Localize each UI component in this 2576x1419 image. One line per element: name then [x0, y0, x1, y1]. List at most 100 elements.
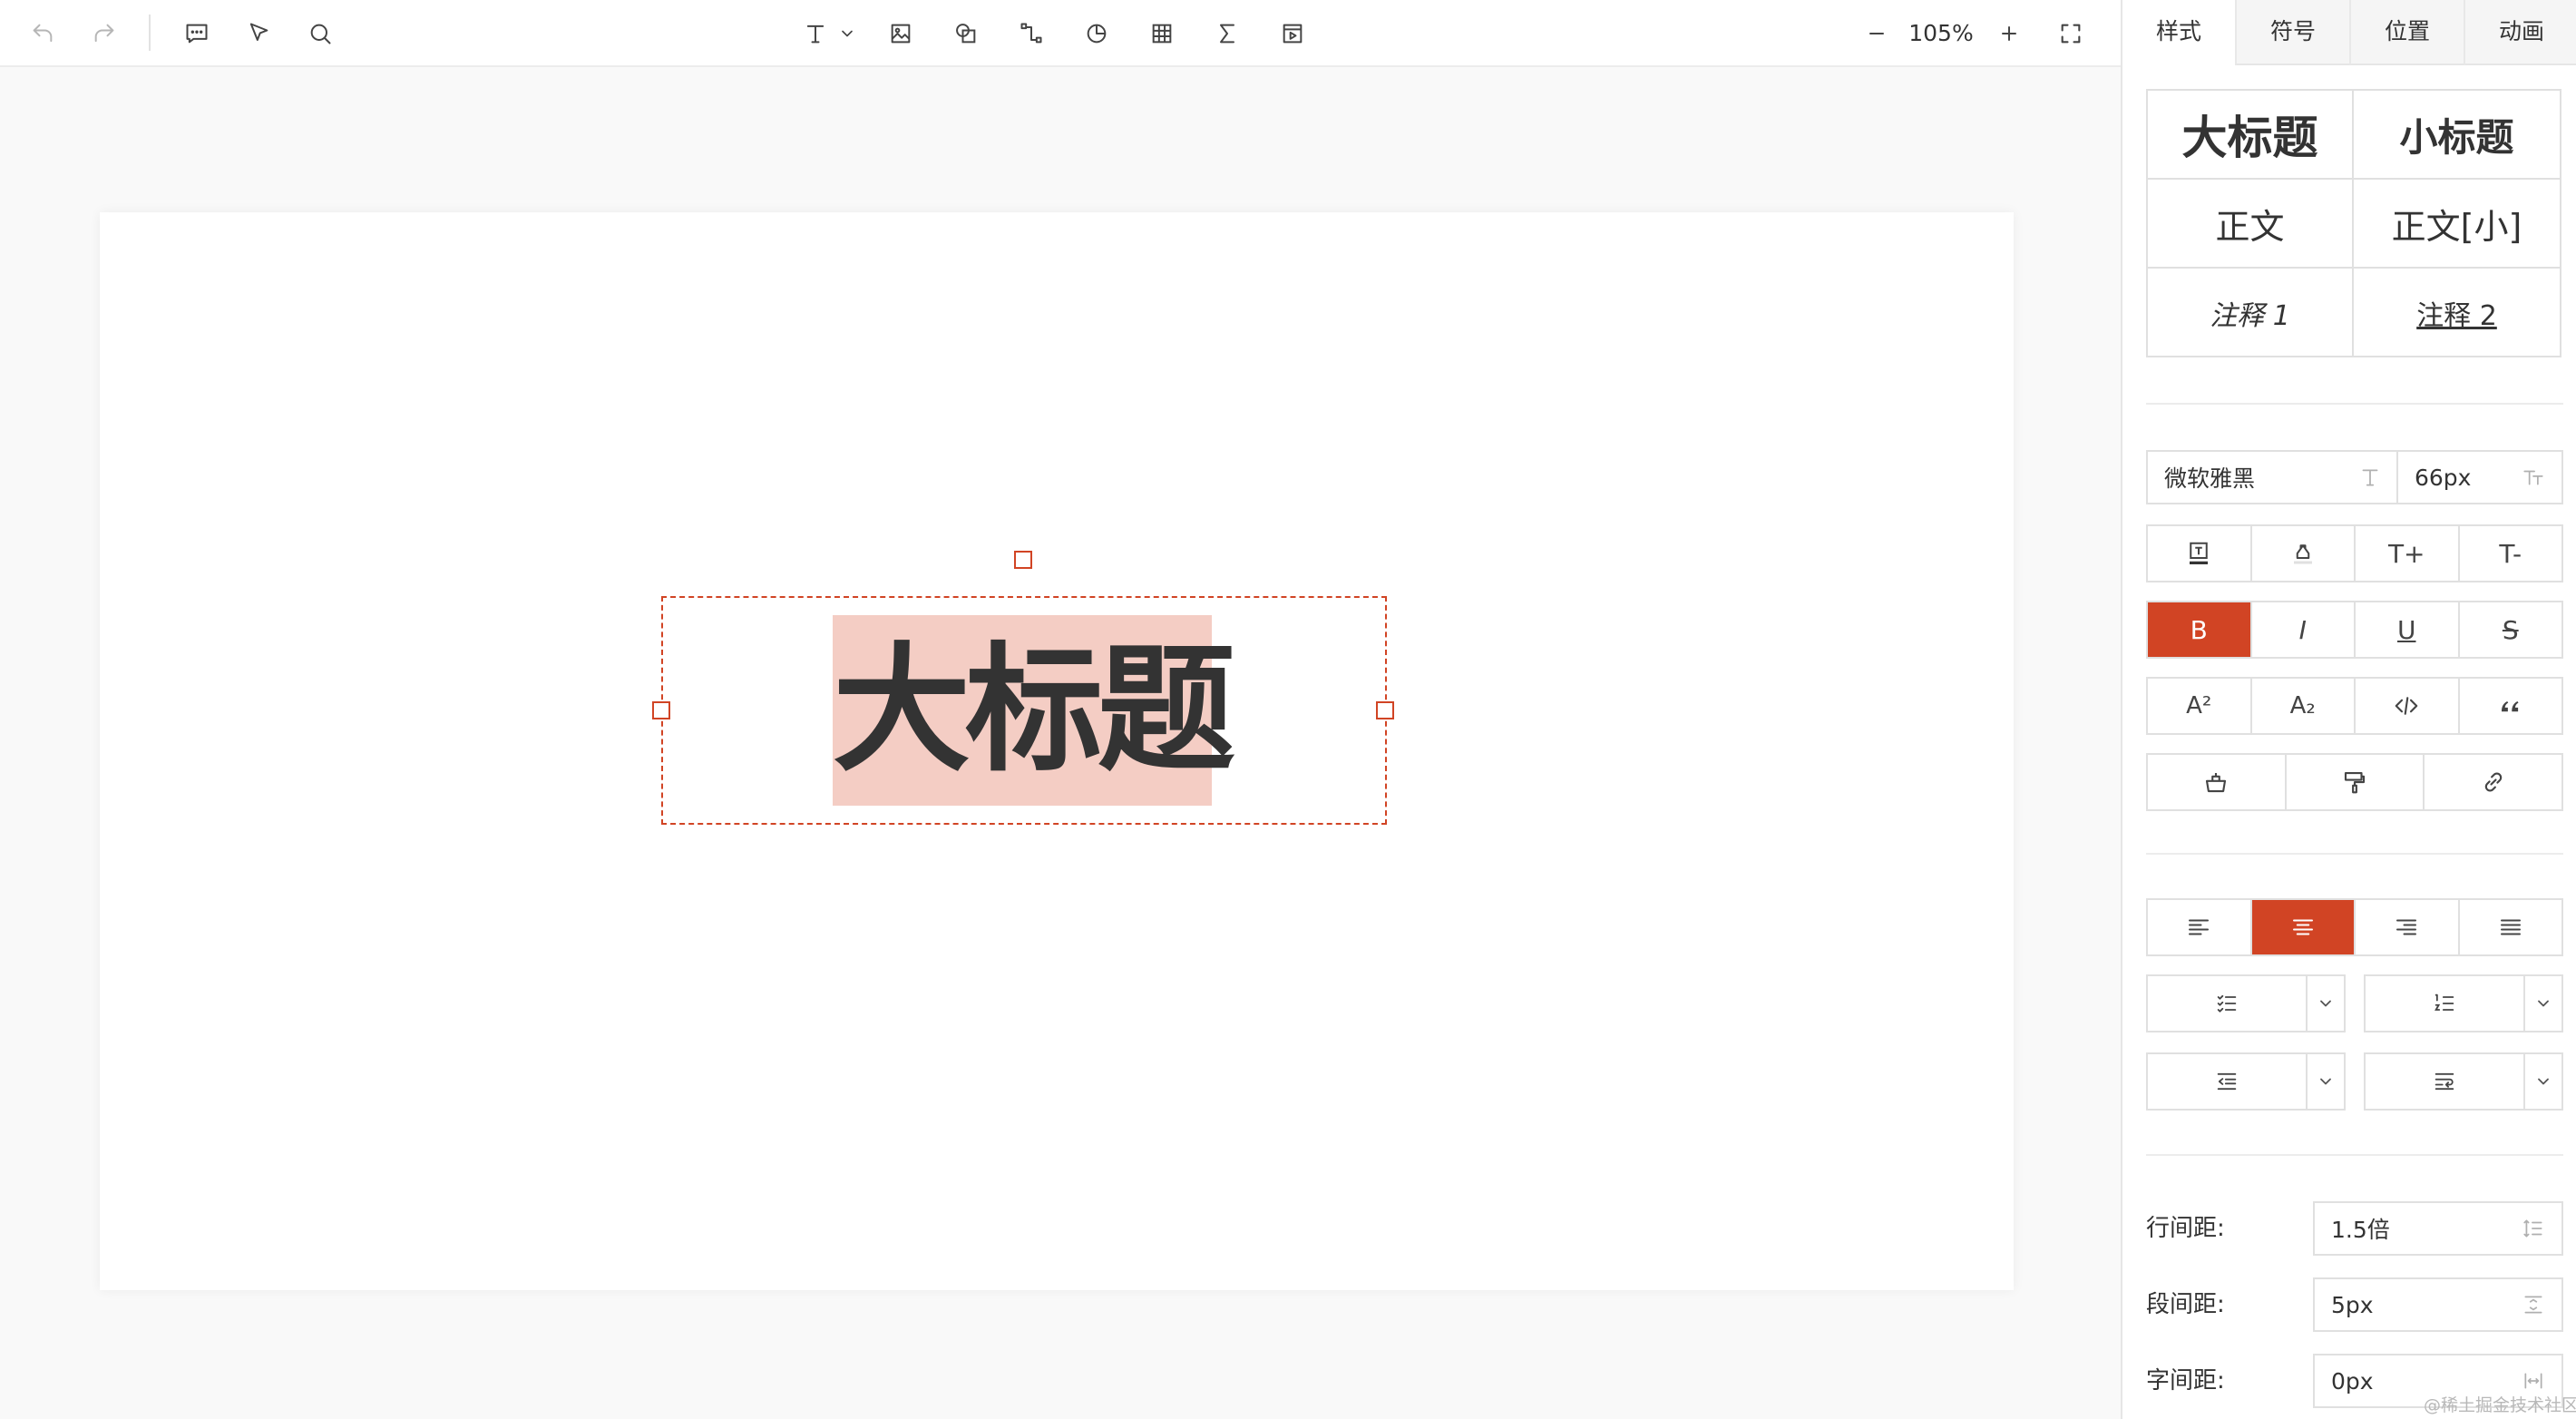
- plus-icon: [2002, 26, 2016, 41]
- line-height-select[interactable]: 1.5倍: [2313, 1201, 2563, 1256]
- letter-spacing-value: 0px: [2331, 1367, 2374, 1395]
- preset-note-2[interactable]: 注释 2: [2354, 269, 2560, 357]
- resize-handle-right[interactable]: [1376, 701, 1394, 719]
- italic-label: I: [2298, 614, 2307, 645]
- align-center-button[interactable]: [2251, 900, 2356, 954]
- watermark: @稀土掘金技术社区: [2424, 1395, 2576, 1415]
- bullet-list-button[interactable]: [2148, 976, 2308, 1031]
- paragraph-spacing-select[interactable]: 5px: [2313, 1277, 2563, 1332]
- numbered-list-dropdown[interactable]: [2525, 976, 2561, 1031]
- font-color-button[interactable]: [2148, 526, 2252, 581]
- format-painter-button[interactable]: [2287, 755, 2425, 809]
- tab-animation[interactable]: 动画: [2464, 0, 2576, 65]
- image-icon: [891, 24, 911, 44]
- decrease-indent-button[interactable]: [2148, 1054, 2308, 1109]
- numbered-list-control: [2364, 974, 2563, 1032]
- text-wrap-button[interactable]: [2366, 1054, 2525, 1109]
- preset-note-1[interactable]: 注释 1: [2148, 269, 2354, 357]
- insert-image-button[interactable]: [880, 13, 922, 54]
- panel-tabs: 样式 符号 位置 动画: [2122, 0, 2576, 65]
- alignment-row: [2146, 898, 2563, 956]
- highlight-color-button[interactable]: [2252, 526, 2356, 581]
- subscript-label: A₂: [2289, 692, 2316, 719]
- italic-button[interactable]: I: [2252, 602, 2356, 657]
- align-left-button[interactable]: [2148, 900, 2252, 954]
- font-color-icon: [2190, 542, 2209, 564]
- fullscreen-button[interactable]: [2050, 13, 2092, 54]
- indent-control: [2146, 1052, 2346, 1111]
- preset-body-small[interactable]: 正文[小]: [2354, 180, 2560, 269]
- tab-symbol[interactable]: 符号: [2235, 0, 2349, 65]
- paragraph-dropdown[interactable]: [2525, 1054, 2561, 1109]
- quote-button[interactable]: [2460, 679, 2562, 733]
- resize-handle-left[interactable]: [652, 701, 670, 719]
- link-button[interactable]: [2425, 755, 2561, 809]
- subscript-button[interactable]: A₂: [2252, 679, 2356, 733]
- rotate-handle[interactable]: [1014, 551, 1032, 569]
- slide-title-text[interactable]: 大标题: [833, 615, 1235, 806]
- text-icon: [806, 24, 825, 44]
- font-size-increase-button[interactable]: T+: [2356, 526, 2460, 581]
- zoom-tool-button[interactable]: [299, 13, 341, 54]
- select-tool-button[interactable]: [238, 13, 279, 54]
- line-height-value: 1.5倍: [2331, 1217, 2390, 1243]
- font-family-select[interactable]: 微软雅黑: [2146, 450, 2398, 504]
- font-size-select[interactable]: 66px: [2396, 450, 2563, 504]
- superscript-label: A²: [2186, 692, 2212, 719]
- insert-media-button[interactable]: [1272, 13, 1313, 54]
- paragraph-spacing-icon: [2524, 1296, 2542, 1314]
- chevron-down-icon: [842, 30, 853, 37]
- paint-bucket-icon: [2293, 544, 2312, 564]
- tab-position[interactable]: 位置: [2349, 0, 2464, 65]
- checklist-icon: [2217, 994, 2237, 1013]
- chevron-down-icon: [2320, 1078, 2331, 1085]
- align-left-icon: [2189, 919, 2210, 935]
- paragraph-spacing-value: 5px: [2331, 1291, 2374, 1318]
- strikethrough-button[interactable]: S: [2460, 602, 2562, 657]
- numbered-list-button[interactable]: [2366, 976, 2525, 1031]
- shape-icon: [956, 24, 976, 44]
- connector-icon: [1020, 23, 1042, 44]
- eraser-icon: [2206, 773, 2227, 793]
- code-button[interactable]: [2356, 679, 2460, 733]
- preset-small-title[interactable]: 小标题: [2354, 91, 2560, 180]
- cursor-icon: [249, 23, 268, 41]
- insert-formula-button[interactable]: [1206, 13, 1248, 54]
- preset-big-title[interactable]: 大标题: [2148, 91, 2354, 180]
- undo-button[interactable]: [22, 13, 63, 54]
- insert-line-button[interactable]: [1010, 13, 1052, 54]
- insert-shape-button[interactable]: [945, 13, 987, 54]
- ordered-list-icon: [2435, 993, 2454, 1011]
- strikethrough-label: S: [2502, 614, 2519, 645]
- align-right-button[interactable]: [2356, 900, 2460, 954]
- video-icon: [1283, 24, 1303, 44]
- tab-style[interactable]: 样式: [2122, 0, 2235, 65]
- zoom-out-button[interactable]: [1856, 13, 1898, 54]
- line-height-icon: [2523, 1219, 2542, 1238]
- insert-chart-button[interactable]: [1076, 13, 1117, 54]
- font-decrease-label: T-: [2499, 538, 2522, 569]
- align-justify-icon: [2500, 919, 2521, 935]
- insert-table-button[interactable]: [1141, 13, 1183, 54]
- font-size-decrease-button[interactable]: T-: [2460, 526, 2562, 581]
- superscript-button[interactable]: A²: [2148, 679, 2252, 733]
- indent-dropdown[interactable]: [2308, 1054, 2344, 1109]
- align-justify-button[interactable]: [2460, 900, 2562, 954]
- chevron-down-icon: [2320, 1000, 2331, 1007]
- comment-button[interactable]: [176, 13, 218, 54]
- preset-body[interactable]: 正文: [2148, 180, 2354, 269]
- undo-icon: [33, 24, 53, 43]
- underline-button[interactable]: U: [2356, 602, 2460, 657]
- redo-button[interactable]: [83, 13, 125, 54]
- comment-icon: [186, 24, 208, 44]
- text-dropdown-button[interactable]: [831, 13, 864, 54]
- bullet-list-dropdown[interactable]: [2308, 976, 2344, 1031]
- clear-format-button[interactable]: [2148, 755, 2287, 809]
- chevron-down-icon: [2538, 1000, 2549, 1007]
- text-wrap-icon: [2435, 1072, 2454, 1091]
- fullscreen-icon: [2061, 24, 2081, 44]
- panel-divider: [2146, 403, 2563, 405]
- zoom-in-button[interactable]: [1988, 13, 2030, 54]
- bold-button[interactable]: B: [2148, 602, 2252, 657]
- style-panel: 样式 符号 位置 动画 大标题 小标题 正文 正文[小] 注释 1 注释 2 微…: [2121, 0, 2576, 1419]
